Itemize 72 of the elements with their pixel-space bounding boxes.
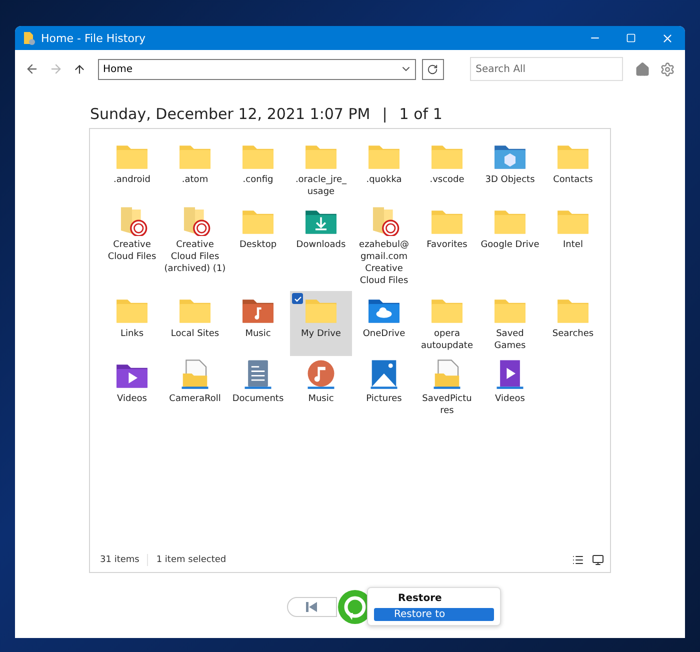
file-item[interactable]: .atom: [164, 137, 226, 202]
file-label: SavedPictu res: [421, 393, 473, 417]
file-label: 3D Objects: [484, 174, 536, 186]
file-label: Saved Games: [493, 328, 527, 352]
file-item[interactable]: .vscode: [416, 137, 478, 202]
file-label: Documents: [231, 393, 285, 405]
file-label: ezahebul@ gmail.com Creative Cloud Files: [358, 239, 410, 287]
file-item[interactable]: 3D Objects: [479, 137, 541, 202]
file-label: Favorites: [426, 239, 468, 251]
file-label: Google Drive: [480, 239, 540, 251]
file-item[interactable]: OneDrive: [353, 291, 415, 356]
file-item[interactable]: Contacts: [542, 137, 604, 202]
menu-item[interactable]: Restore to: [374, 608, 494, 621]
file-label: Downloads: [295, 239, 347, 251]
window-title: Home - File History: [41, 32, 146, 44]
file-label: Searches: [551, 328, 595, 340]
file-item[interactable]: .quokka: [353, 137, 415, 202]
file-label: Links: [119, 328, 145, 340]
file-label: .android: [112, 174, 152, 186]
file-item[interactable]: Links: [101, 291, 163, 356]
item-count: 31 items: [100, 555, 140, 565]
file-item[interactable]: opera autoupdate: [416, 291, 478, 356]
file-item[interactable]: Creative Cloud Files (archived) (1): [164, 202, 226, 291]
file-label: Music: [244, 328, 272, 340]
file-item[interactable]: Favorites: [416, 202, 478, 291]
file-label: Local Sites: [170, 328, 220, 340]
file-label: CameraRoll: [168, 393, 222, 405]
file-label: .atom: [180, 174, 210, 186]
selection-count: 1 item selected: [156, 555, 226, 565]
file-item[interactable]: .oracle_jre_ usage: [290, 137, 352, 202]
file-label: Pictures: [365, 393, 403, 405]
file-item[interactable]: Videos: [479, 356, 541, 421]
file-label: Intel: [562, 239, 584, 251]
file-label: .config: [242, 174, 274, 186]
file-item[interactable]: Downloads: [290, 202, 352, 291]
file-item[interactable]: SavedPictu res: [416, 356, 478, 421]
file-label: Music: [307, 393, 335, 405]
file-label: Videos: [116, 393, 148, 405]
page-counter: 1 of 1: [399, 105, 442, 125]
file-item[interactable]: Music: [227, 291, 289, 356]
separator: |: [382, 105, 388, 125]
file-label: Contacts: [552, 174, 594, 186]
file-label: opera autoupdate: [420, 328, 474, 352]
file-item[interactable]: Searches: [542, 291, 604, 356]
file-item[interactable]: Local Sites: [164, 291, 226, 356]
file-label: .vscode: [428, 174, 466, 186]
file-item[interactable]: ezahebul@ gmail.com Creative Cloud Files: [353, 202, 415, 291]
file-item[interactable]: Pictures: [353, 356, 415, 421]
file-label: Desktop: [238, 239, 278, 251]
file-item[interactable]: Google Drive: [479, 202, 541, 291]
file-item[interactable]: .config: [227, 137, 289, 202]
file-label: Creative Cloud Files: [106, 239, 158, 263]
file-label: My Drive: [300, 328, 342, 340]
file-item[interactable]: Creative Cloud Files: [101, 202, 163, 291]
file-label: Videos: [494, 393, 526, 405]
file-label: .oracle_jre_ usage: [294, 174, 348, 198]
file-item[interactable]: CameraRoll: [164, 356, 226, 421]
search-field[interactable]: Search All: [470, 57, 623, 81]
file-item[interactable]: Music: [290, 356, 352, 421]
file-item[interactable]: Videos: [101, 356, 163, 421]
file-label: Creative Cloud Files (archived) (1): [164, 239, 226, 275]
file-label: .quokka: [365, 174, 403, 186]
file-item[interactable]: Saved Games: [479, 291, 541, 356]
address-field[interactable]: Home: [98, 58, 416, 80]
backup-date: Sunday, December 12, 2021 1:07 PM: [90, 105, 370, 125]
file-item[interactable]: My Drive: [290, 291, 352, 356]
file-item[interactable]: Documents: [227, 356, 289, 421]
file-item[interactable]: Intel: [542, 202, 604, 291]
file-item[interactable]: .android: [101, 137, 163, 202]
file-label: OneDrive: [362, 328, 406, 340]
file-item[interactable]: Desktop: [227, 202, 289, 291]
menu-item[interactable]: Restore: [374, 592, 494, 605]
